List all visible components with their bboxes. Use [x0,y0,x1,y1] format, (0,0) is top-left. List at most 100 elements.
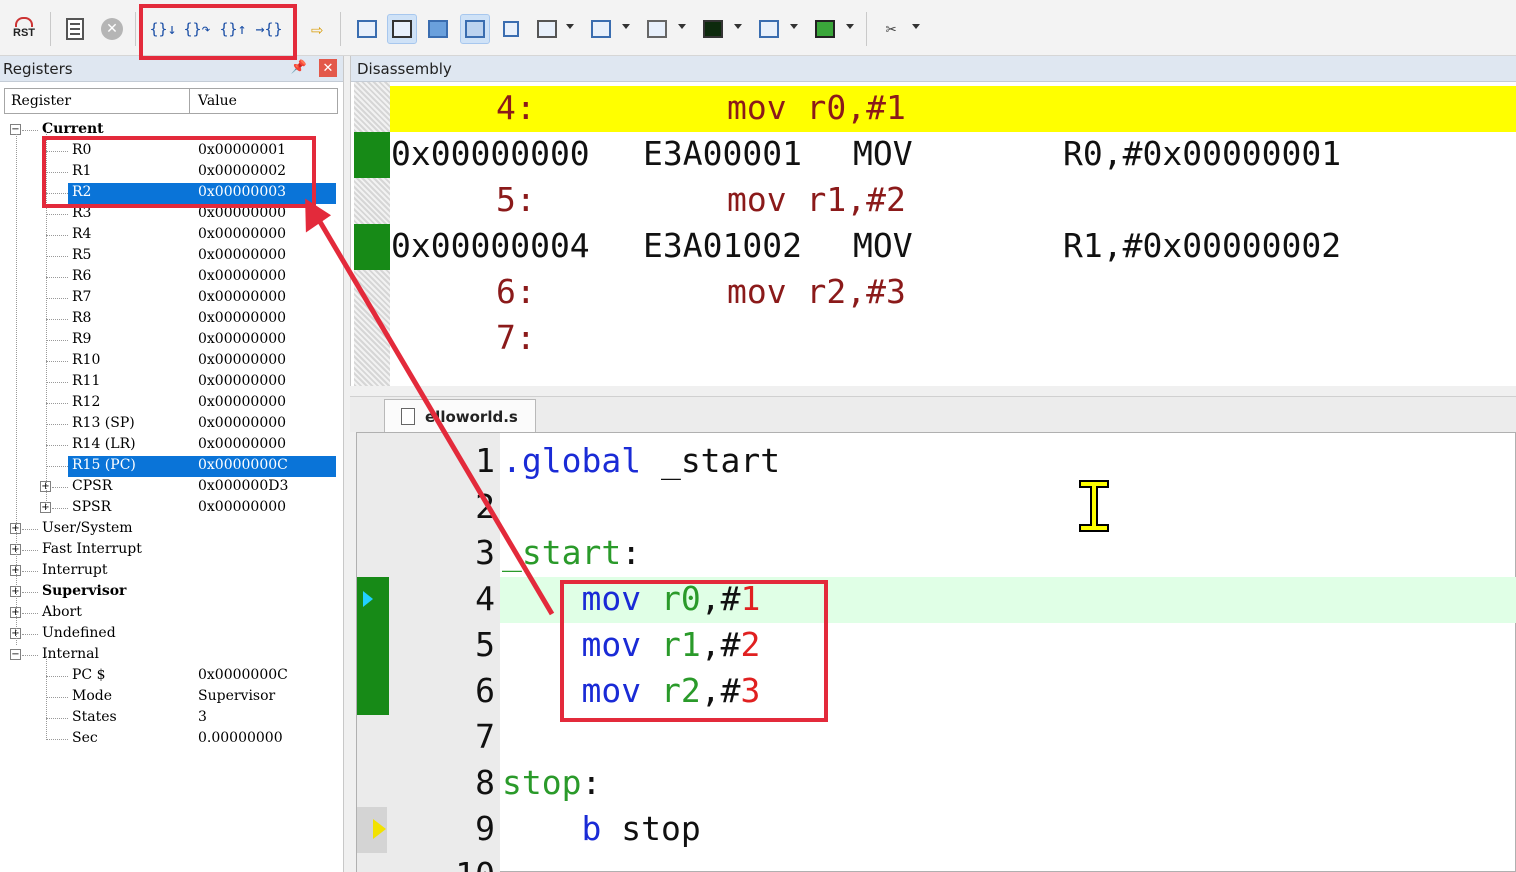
register-value[interactable]: 0x00000000 [198,310,286,326]
pin-icon[interactable]: 📌 [291,60,307,75]
call-stack-icon [503,21,519,37]
register-value[interactable]: 0x00000000 [198,289,286,305]
editor-line[interactable]: 4 mov r0,#1 [357,577,1516,623]
register-name: Sec [72,730,98,746]
register-value[interactable]: 0.00000000 [198,730,283,746]
register-row[interactable]: + SPSR 0x00000000 [0,498,344,519]
register-row[interactable]: R14 (LR) 0x00000000 [0,435,344,456]
register-row[interactable]: PC $ 0x0000000C [0,666,344,687]
register-row[interactable]: Mode Supervisor [0,687,344,708]
register-value[interactable]: 0x0000000C [198,457,288,473]
disassembly-source-line[interactable]: 6: mov r2,#3 [351,270,1516,316]
disassembly-instruction-line[interactable]: 0x00000004 E3A01002 MOV R1,#0x00000002 [351,224,1516,270]
register-value[interactable]: 0x00000000 [198,247,286,263]
register-row[interactable]: R8 0x00000000 [0,309,344,330]
code-token: stop [621,809,701,848]
stop-button[interactable]: ✕ [97,14,127,44]
editor-line[interactable]: 10 [357,853,1516,872]
register-row[interactable]: R15 (PC) 0x0000000C [0,456,344,477]
register-value[interactable]: 0x00000000 [198,436,286,452]
command-window-button[interactable] [352,14,382,44]
register-value[interactable]: 0x0000000C [198,667,288,683]
tab-helloworld-s[interactable]: elloworld.s [384,399,536,433]
tree-group-interrupt[interactable]: + Interrupt [0,561,344,582]
register-row[interactable]: R6 0x00000000 [0,267,344,288]
register-row[interactable]: R9 0x00000000 [0,330,344,351]
register-row[interactable]: R10 0x00000000 [0,351,344,372]
column-header-register[interactable]: Register [11,93,71,109]
register-row[interactable]: R4 0x00000000 [0,225,344,246]
editor-line[interactable]: 6 mov r2,#3 [357,669,1516,715]
line-number: 2 [475,487,495,526]
register-table-header: Register Value [4,88,338,114]
registers-window-button[interactable] [460,14,490,44]
register-name: R7 [72,289,92,305]
register-value[interactable]: 0x00000000 [198,373,286,389]
tree-group-user_system[interactable]: + User/System [0,519,344,540]
code-token: .global [502,441,642,480]
column-header-value[interactable]: Value [198,93,237,109]
watch-window-button[interactable] [532,14,562,44]
trace-window-button[interactable] [754,14,784,44]
reset-cpu-button[interactable]: RST [10,14,40,44]
symbols-window-button[interactable] [423,14,453,44]
line-number: 9 [475,809,495,848]
register-value[interactable]: 0x00000000 [198,226,286,242]
disassembly-instruction-line[interactable]: 0x00000000 E3A00001 MOV R0,#0x00000001 [351,132,1516,178]
register-value[interactable]: 0x00000000 [198,415,286,431]
tree-group-abort[interactable]: + Abort [0,603,344,624]
register-row[interactable]: R12 0x00000000 [0,393,344,414]
system-viewer-button[interactable] [810,14,840,44]
editor-line[interactable]: 7 [357,715,1516,761]
editor-line[interactable]: 5 mov r1,#2 [357,623,1516,669]
disassembly-listing[interactable]: 4: mov r0,#1 0x00000000 E3A00001 MOV R0,#0x00… [351,82,1516,386]
text-cursor-icon [1079,480,1109,532]
editor-line[interactable]: 2 [357,485,1516,531]
register-value[interactable]: Supervisor [198,688,275,704]
analysis-window-button[interactable] [698,14,728,44]
disassembly-window-button[interactable] [387,14,417,44]
toolbox-button[interactable]: ✂ [876,14,906,44]
register-value[interactable]: 0x000000D3 [198,478,288,494]
register-row[interactable]: R13 (SP) 0x00000000 [0,414,344,435]
call-stack-button[interactable] [496,14,526,44]
tree-group-fast_interrupt[interactable]: + Fast Interrupt [0,540,344,561]
register-row[interactable]: Sec 0.00000000 [0,729,344,750]
register-row[interactable]: States 3 [0,708,344,729]
memory-window-button[interactable] [586,14,616,44]
register-value[interactable]: 3 [198,709,207,725]
source-editor[interactable]: 1 .global _start 2 3 _start: 4 mov r0,#1 5 mov… [356,432,1516,872]
editor-line[interactable]: 3 _start: [357,531,1516,577]
panel-title-text: Disassembly [357,59,452,78]
collapse-icon[interactable]: − [10,649,21,660]
disassembly-source-line[interactable]: 5: mov r1,#2 [351,178,1516,224]
register-name: R15 (PC) [72,457,136,473]
register-row[interactable]: R7 0x00000000 [0,288,344,309]
tree-group-internal[interactable]: − Internal [0,645,344,666]
register-row[interactable]: + CPSR 0x000000D3 [0,477,344,498]
run-button[interactable] [60,14,90,44]
register-row[interactable]: R5 0x00000000 [0,246,344,267]
register-value[interactable]: 0x00000000 [198,499,286,515]
register-row[interactable]: R11 0x00000000 [0,372,344,393]
register-value[interactable]: 0x00000000 [198,268,286,284]
show-next-statement-button[interactable]: ⇨ [302,14,332,44]
disassembly-num: 6: [496,272,536,311]
editor-line[interactable]: 1 .global _start [357,439,1516,485]
disassembly-source-line[interactable]: 7: [351,316,1516,362]
register-name: R4 [72,226,92,242]
register-value[interactable]: 0x00000000 [198,394,286,410]
register-value[interactable]: 0x00000000 [198,331,286,347]
serial-window-button[interactable] [642,14,672,44]
line-code: b stop [502,809,701,848]
close-icon[interactable]: ✕ [319,59,337,77]
line-code: _start: [502,533,641,572]
editor-line[interactable]: 8 stop: [357,761,1516,807]
tree-group-undefined[interactable]: + Undefined [0,624,344,645]
tree-group-supervisor[interactable]: + Supervisor [0,582,344,603]
editor-line[interactable]: 9 b stop [357,807,1516,853]
register-name: R13 (SP) [72,415,135,431]
line-number: 10 [455,855,495,872]
register-value[interactable]: 0x00000000 [198,352,286,368]
disassembly-source-line[interactable]: 4: mov r0,#1 [390,86,1516,132]
